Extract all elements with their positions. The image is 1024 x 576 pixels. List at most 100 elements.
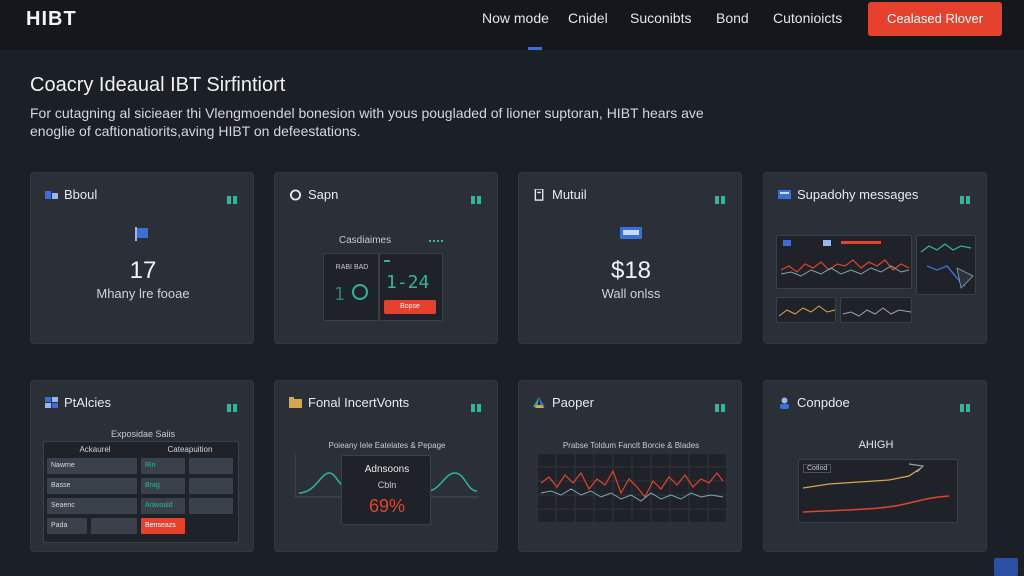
card-title: Fonal IncertVonts [308, 395, 410, 410]
card-title: Supadohy messages [797, 187, 919, 202]
drive-icon [533, 396, 545, 408]
grid-line-chart [537, 453, 727, 523]
card-label: Wall onlss [601, 286, 661, 301]
table-cell: Nawme [47, 458, 137, 474]
column-header: Ackaurel [79, 445, 111, 454]
card-header: Paoper [533, 395, 594, 410]
grid-icon [45, 396, 58, 408]
users-icon [45, 190, 58, 199]
circle-icon [289, 188, 302, 201]
line-chart [780, 240, 910, 277]
card-conpdoe[interactable]: Conpdoe AHIGH Cotlod [763, 380, 987, 552]
table-row[interactable]: Basse Brag [47, 478, 237, 494]
logo[interactable]: HIBT [26, 8, 77, 31]
top-bar: HIBT Now mode Cnidel Suconibts Bond Cuto… [0, 0, 1024, 50]
card-header: Sapn [289, 187, 338, 202]
table-row[interactable]: Nawme Rin [47, 458, 237, 474]
overlay-sub: Cbln [377, 480, 397, 490]
panel-label: RABI BAD [335, 264, 369, 271]
card-header: Bboul [45, 187, 97, 202]
chart-caption: Poieany Iele Eatelates & Pepage [328, 441, 446, 450]
page-title: Coacry Ideaual IBT Sirfintiort [30, 74, 286, 96]
status-icon [227, 399, 239, 412]
card-bboul[interactable]: Bboul 17 Mhany lre fooae [30, 172, 254, 344]
table-cell [189, 498, 233, 514]
card-caption: Casdiaimes [338, 235, 392, 246]
overlay-title: Adnsoons [364, 464, 410, 475]
card-sapn[interactable]: Sapn Casdiaimes RABI BAD 1 1-24 Bopse [274, 172, 498, 344]
card-title: Mutuil [552, 187, 587, 202]
status-icon [715, 191, 727, 204]
nav-item-2[interactable]: Cnidel [568, 10, 608, 26]
flag-icon [135, 227, 148, 241]
card-value: $18 [610, 257, 652, 284]
nav-item-3[interactable]: Suconibts [630, 10, 691, 26]
cta-button[interactable]: Cealased Rlover [868, 2, 1002, 36]
table-cell [189, 478, 233, 494]
table-cell [189, 458, 233, 474]
card-header: Mutuil [533, 187, 587, 202]
table-cell: Basse [47, 478, 137, 494]
sparkline [842, 307, 912, 317]
folder-icon [289, 396, 302, 408]
chart-panel-bottom-2 [840, 297, 912, 323]
chart-panel-side [916, 235, 976, 295]
nav-active-indicator [528, 47, 542, 50]
status-icon [227, 191, 239, 204]
table-cell-highlight[interactable]: Benseazs [141, 518, 185, 534]
marker-icon [384, 260, 390, 266]
scroll-chip[interactable] [994, 558, 1018, 576]
table-row[interactable]: Seaenc Aravoald [47, 498, 237, 514]
gauge-icon: 1 [334, 284, 368, 305]
table-cell: Brag [141, 478, 185, 494]
card-title: Conpdoe [797, 395, 850, 410]
card-title: Bboul [64, 187, 98, 202]
message-icon [778, 189, 791, 199]
nav-item-4[interactable]: Bond [716, 10, 749, 26]
card-fonal-incertvonts[interactable]: Fonal IncertVonts Poieany Iele Eatelates… [274, 380, 498, 552]
table-header: Ackaurel Cateapuition [47, 445, 237, 454]
person-icon [780, 397, 789, 409]
table-caption: Exposidae Saiis [110, 429, 176, 439]
chart-panel-bottom-1 [776, 297, 836, 323]
status-icon [960, 399, 972, 412]
chart-caption: AHIGH [858, 439, 894, 451]
document-icon [534, 188, 544, 201]
chart-panel: Cotlod [798, 459, 958, 523]
page-description: For cutagning al sicieaer thi Vlengmoend… [30, 105, 704, 139]
svg-text:1: 1 [334, 284, 345, 305]
nav-item-1[interactable]: Now mode [482, 10, 549, 26]
chart-panel-main [776, 235, 912, 289]
card-mutuil[interactable]: Mutuil $18 Wall onlss [518, 172, 742, 344]
table-cell: Pada [47, 518, 87, 534]
status-icon [471, 399, 483, 412]
card-title: Sapn [308, 187, 339, 202]
sparkline [778, 305, 836, 317]
card-ptalcies[interactable]: PtAlcies Exposidae Saiis Ackaurel Cateap… [30, 380, 254, 552]
left-panel: RABI BAD 1 [323, 253, 379, 321]
card-header: Conpdoe [778, 395, 850, 410]
card-title: PtAlcies [64, 395, 111, 410]
column-header: Cateapuition [167, 445, 213, 454]
card-header: Fonal IncertVonts [289, 395, 409, 410]
dots-icon [429, 240, 443, 242]
table-row[interactable]: Pada Benseazs [47, 518, 237, 534]
table-cell: Aravoald [141, 498, 185, 514]
status-icon [471, 191, 483, 204]
card-title: Paoper [552, 395, 594, 410]
table-cell: Seaenc [47, 498, 137, 514]
card-paoper[interactable]: Paoper Prabse Toldum Fanclt Borcie & Bla… [518, 380, 742, 552]
table-cell: Rin [141, 458, 185, 474]
chart-caption: Prabse Toldum Fanclt Borcie & Blades [562, 441, 700, 450]
table-cell [91, 518, 137, 534]
range-value: 1-24 [386, 272, 430, 293]
status-icon [960, 191, 972, 204]
action-button[interactable]: Bopse [384, 300, 436, 314]
card-label: Mhany lre fooae [96, 286, 190, 301]
card-header: Supadohy messages [778, 187, 918, 202]
percent-value: 69% [368, 496, 406, 516]
chart-legend: Cotlod [803, 464, 832, 473]
card-supadohy-messages[interactable]: Supadohy messages [763, 172, 987, 344]
wallet-icon [620, 227, 642, 239]
nav-item-5[interactable]: Cutonioicts [773, 10, 842, 26]
